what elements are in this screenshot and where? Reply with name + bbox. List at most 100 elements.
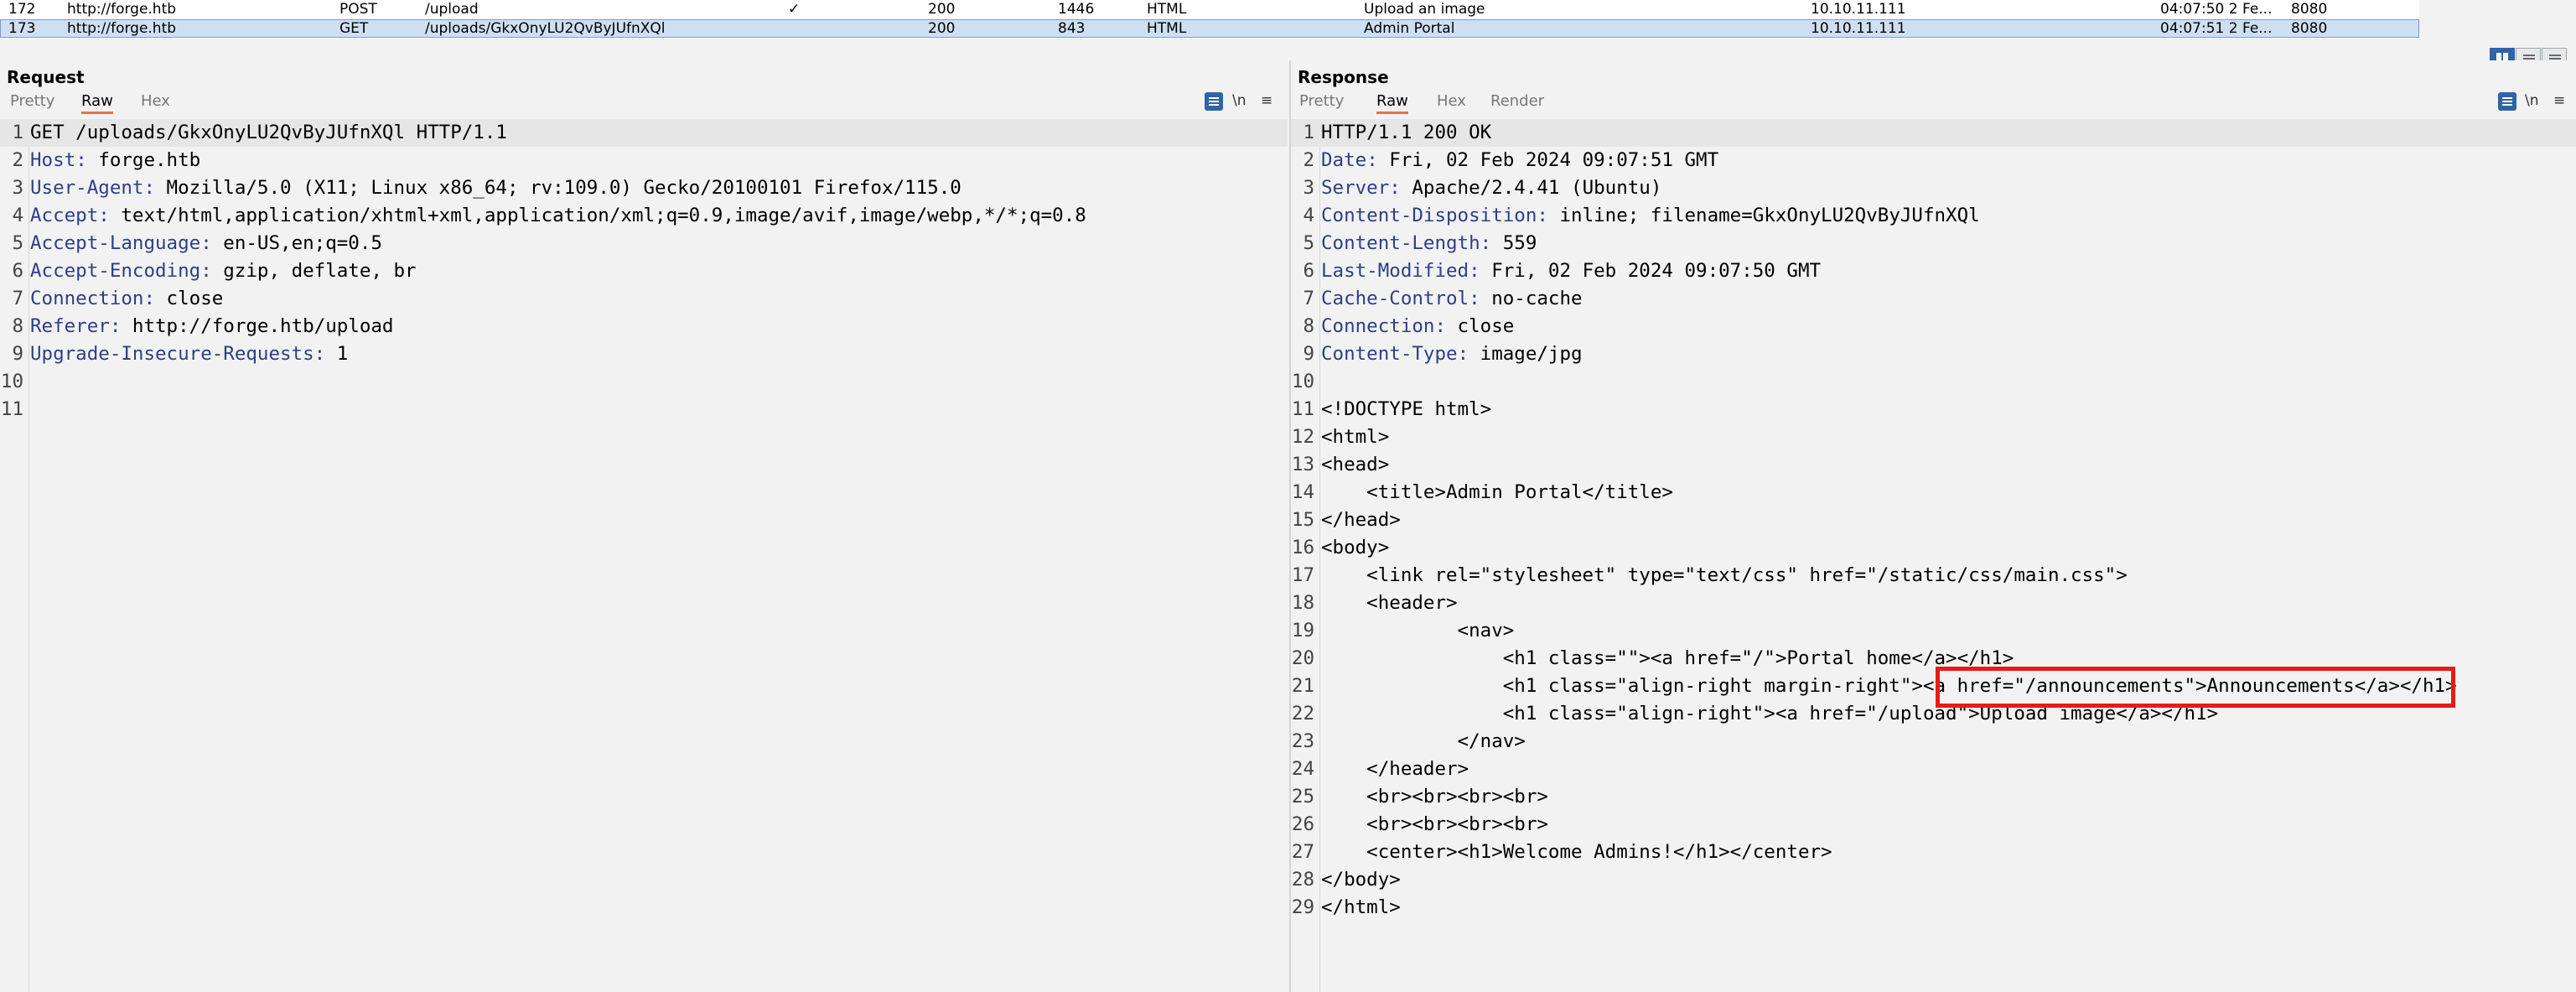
header-name: Last-Modified: [1321, 260, 1469, 282]
history-cell-method: POST: [339, 1, 377, 18]
header-name: Accept: [30, 205, 99, 226]
line-number: 22: [1291, 703, 1314, 725]
response-editor[interactable]: 1 HTTP/1.1 200 OK 2 Date: Fri, 02 Feb 2024 …: [1291, 119, 2576, 992]
response-tab-hex[interactable]: Hex: [1437, 92, 1466, 110]
header-name: Server: [1321, 177, 1390, 199]
line-number: 1: [1303, 122, 1314, 143]
line-text: Date: Fri, 02 Feb 2024 09:07:51 GMT: [1321, 149, 1719, 171]
pretty-wrap-icon[interactable]: [1205, 92, 1223, 111]
line-text: Host: forge.htb: [30, 149, 201, 171]
line-number: 10: [0, 371, 23, 392]
history-cell-check: ✓: [788, 1, 801, 18]
response-line: 15 </head>: [1291, 506, 2576, 534]
response-line: 21 <h1 class="align-right margin-right">…: [1291, 673, 2576, 700]
response-line: 26 <br><br><br><br>: [1291, 811, 2576, 839]
line-number: 27: [1291, 841, 1314, 863]
line-text: <br><br><br><br>: [1321, 786, 1548, 808]
history-cell-port: 8080: [2291, 20, 2328, 37]
response-tab-raw[interactable]: Raw: [1376, 92, 1408, 114]
line-text: <br><br><br><br>: [1321, 813, 1548, 835]
response-line: 19 <nav>: [1291, 617, 2576, 645]
response-line: 16 <body>: [1291, 534, 2576, 562]
response-pane: Response Pretty Raw Hex Render \n ≡ 1 HTT…: [1289, 60, 2576, 992]
header-value: Apache/2.4.41 (Ubuntu): [1400, 177, 1662, 199]
line-number: 12: [1291, 426, 1314, 448]
response-line: 5 Content-Length: 559: [1291, 230, 2576, 257]
response-line: 13 <head>: [1291, 451, 2576, 479]
response-line: 29 </html>: [1291, 894, 2576, 922]
history-cell-status: 200: [928, 20, 956, 37]
newline-toggle[interactable]: \n: [2525, 92, 2539, 109]
line-number: 23: [1291, 730, 1314, 752]
history-cell-num: 173: [8, 20, 36, 37]
history-cell-host: http://forge.htb: [67, 1, 177, 18]
request-tab-pretty[interactable]: Pretty: [10, 92, 54, 110]
line-number: 7: [1303, 288, 1314, 309]
request-tab-raw[interactable]: Raw: [81, 92, 113, 114]
line-number: 11: [0, 398, 23, 420]
response-line: 8 Connection: close: [1291, 313, 2576, 340]
newline-toggle[interactable]: \n: [1232, 92, 1247, 109]
line-number: 5: [1303, 232, 1314, 254]
request-line: 1 GET /uploads/GkxOnyLU2QvByJUfnXQl HTTP/…: [0, 119, 1288, 147]
history-row[interactable]: 173 http://forge.htb GET/uploads/GkxOnyLU2…: [0, 19, 2419, 38]
header-name: Content-Disposition: [1321, 205, 1537, 226]
line-number: 20: [1291, 647, 1314, 669]
line-number: 4: [1303, 205, 1314, 226]
line-text: <h1 class=""><a href="/">Portal home</a>…: [1321, 647, 2014, 669]
header-value: image/jpg: [1469, 343, 1583, 365]
history-row[interactable]: 172 http://forge.htb POST/upload ✓ 200 1446 HT…: [0, 0, 2419, 18]
header-name: User-Agent: [30, 177, 144, 199]
header-name: Content-Type: [1321, 343, 1458, 365]
history-cell-host: http://forge.htb: [67, 20, 177, 37]
request-line: 6 Accept-Encoding: gzip, deflate, br: [0, 257, 1288, 285]
menu-icon[interactable]: ≡: [2553, 92, 2565, 109]
header-name: Host: [30, 149, 76, 171]
header-value: no-cache: [1480, 288, 1583, 309]
line-number: 11: [1291, 398, 1314, 420]
line-number: 24: [1291, 758, 1314, 780]
response-line: 25 <br><br><br><br>: [1291, 783, 2576, 811]
response-tab-pretty[interactable]: Pretty: [1299, 92, 1344, 110]
response-tab-render[interactable]: Render: [1490, 92, 1544, 110]
line-number: 15: [1291, 509, 1314, 531]
line-number: 29: [1291, 896, 1314, 918]
line-number: 10: [1291, 371, 1314, 392]
line-number: 4: [12, 205, 23, 226]
response-line: 17 <link rel="stylesheet" type="text/css…: [1291, 562, 2576, 589]
response-line: 23 </nav>: [1291, 728, 2576, 756]
header-value: Fri, 02 Feb 2024 09:07:50 GMT: [1480, 260, 1822, 282]
history-cell-mime: HTML: [1147, 1, 1187, 18]
line-text: User-Agent: Mozilla/5.0 (X11; Linux x86_…: [30, 177, 961, 199]
header-name: Accept-Encoding: [30, 260, 201, 282]
request-title: Request: [7, 67, 85, 87]
line-number: 1: [12, 122, 23, 143]
request-tab-hex[interactable]: Hex: [141, 92, 170, 110]
response-line: 12 <html>: [1291, 423, 2576, 451]
header-name: Connection: [1321, 315, 1435, 337]
header-name: Content-Length: [1321, 232, 1480, 254]
history-cell-ip: 10.10.11.111: [1811, 1, 1906, 18]
line-text: </nav>: [1321, 730, 1526, 752]
history-cell-method: GET: [339, 20, 369, 37]
response-line: 4 Content-Disposition: inline; filename=G…: [1291, 202, 2576, 230]
menu-icon[interactable]: ≡: [1261, 92, 1272, 109]
line-number: 26: [1291, 813, 1314, 835]
line-text: Content-Type: image/jpg: [1321, 343, 1583, 365]
header-name: Accept-Language: [30, 232, 201, 254]
line-text: <!DOCTYPE html>: [1321, 398, 1492, 420]
line-text: Content-Disposition: inline; filename=Gk…: [1321, 205, 1980, 226]
history-cell-mime: HTML: [1147, 20, 1187, 37]
request-editor[interactable]: 1 GET /uploads/GkxOnyLU2QvByJUfnXQl HTTP/…: [0, 119, 1288, 992]
line-number: 19: [1291, 620, 1314, 641]
response-line: 3 Server: Apache/2.4.41 (Ubuntu): [1291, 174, 2576, 202]
line-number: 6: [12, 260, 23, 282]
pretty-wrap-icon[interactable]: [2498, 92, 2516, 111]
line-text: <title>Admin Portal</title>: [1321, 481, 1673, 503]
header-value: close: [1446, 315, 1515, 337]
line-text: Connection: close: [30, 288, 224, 309]
request-line: 9 Upgrade-Insecure-Requests: 1: [0, 340, 1288, 368]
line-text: <head>: [1321, 454, 1390, 475]
line-text: Last-Modified: Fri, 02 Feb 2024 09:07:50…: [1321, 260, 1822, 282]
response-line: 20 <h1 class=""><a href="/">Portal home<…: [1291, 645, 2576, 673]
